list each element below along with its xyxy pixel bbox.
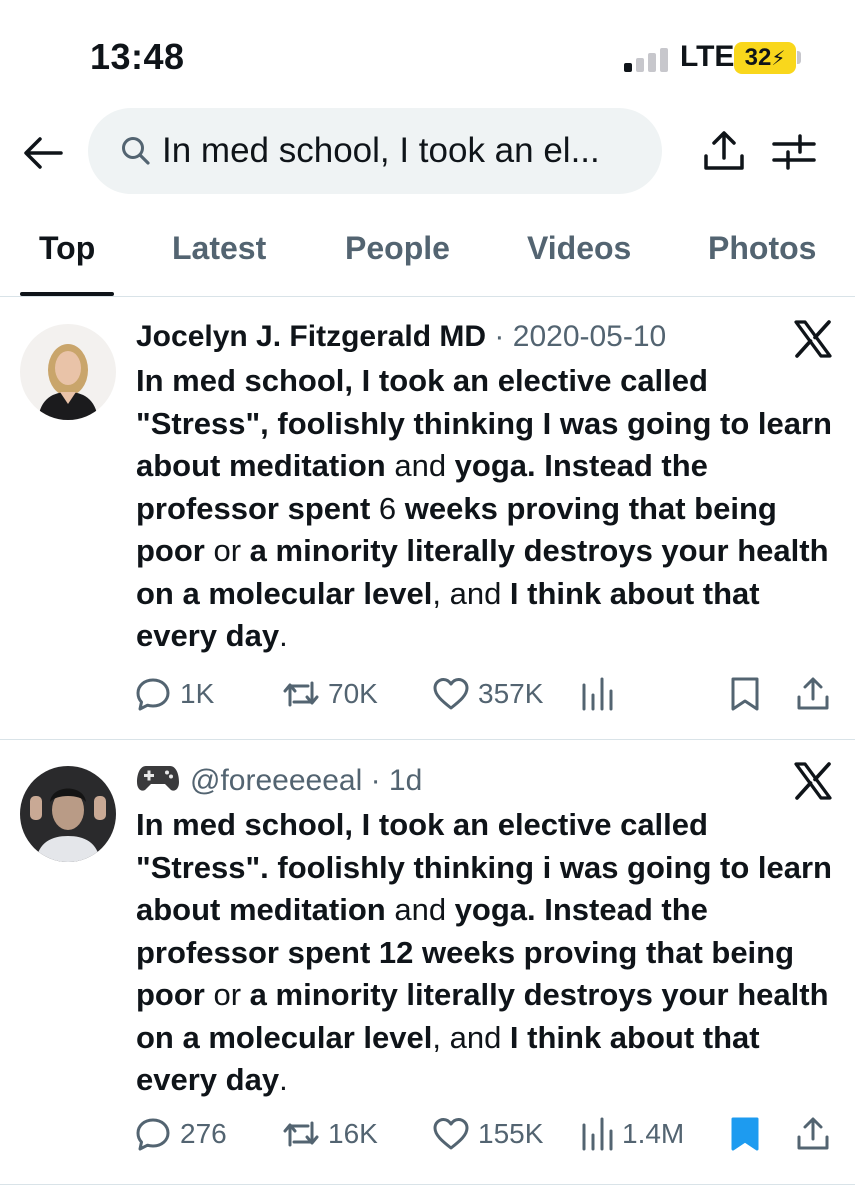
repost-icon [283, 681, 319, 707]
bookmark-button[interactable] [728, 672, 770, 716]
post-date[interactable]: 2020-05-10 [513, 320, 666, 353]
reply-icon [136, 678, 170, 711]
analytics-icon [582, 1117, 613, 1151]
back-button[interactable] [18, 128, 68, 178]
author-handle[interactable]: @foreeeeeal [190, 764, 362, 797]
repost-count: 16K [328, 1118, 378, 1149]
signal-strength-icon [624, 46, 670, 72]
share-icon [797, 1117, 829, 1150]
battery-icon: 32⚡︎ [734, 42, 796, 74]
tweet-text: In med school, I took an elective called… [136, 804, 836, 1102]
repost-button[interactable]: 16K [282, 1112, 378, 1156]
view-count: 1.4M [622, 1118, 685, 1149]
tab-top[interactable]: Top [39, 230, 95, 267]
reply-count: 1K [180, 678, 215, 709]
tweet-text: In med school, I took an elective called… [136, 360, 836, 658]
avatar[interactable] [20, 324, 116, 420]
bookmark-filled-icon [731, 1117, 759, 1151]
tab-people[interactable]: People [345, 230, 450, 267]
reply-button[interactable]: 276 [134, 1112, 227, 1156]
share-icon [704, 131, 744, 170]
sliders-icon [772, 134, 816, 170]
like-count: 357K [478, 678, 544, 709]
bookmark-icon [731, 677, 759, 711]
author-name[interactable]: Jocelyn J. Fitzgerald MD [136, 320, 486, 353]
tab-photos[interactable]: Photos [708, 230, 816, 267]
heart-icon [433, 1118, 469, 1150]
heart-icon [433, 678, 469, 710]
avatar[interactable] [20, 766, 116, 862]
share-button[interactable] [794, 1112, 840, 1156]
tweet-text-segment: , and [432, 1019, 510, 1055]
share-icon [797, 677, 829, 710]
search-query: In med school, I took an el... [162, 131, 600, 170]
tweet-text-segment: or [204, 533, 250, 568]
bookmark-button[interactable] [728, 1112, 770, 1156]
tweet-header: Jocelyn J. Fitzgerald MD · 2020-05-10 [136, 320, 666, 354]
tweet-text-segment: and [385, 448, 455, 483]
repost-button[interactable]: 70K [282, 672, 378, 716]
separator: · [362, 764, 389, 797]
tweet[interactable]: Jocelyn J. Fitzgerald MD · 2020-05-10 In… [0, 298, 855, 738]
status-time: 13:48 [90, 36, 185, 77]
like-count: 155K [478, 1118, 544, 1149]
search-icon [120, 134, 154, 168]
battery-level: 32 [744, 44, 772, 71]
search-tabs: Top Latest People Videos Photos [0, 214, 855, 296]
like-button[interactable]: 155K [432, 1112, 543, 1156]
views-button[interactable]: 1.4M [580, 1112, 684, 1156]
tweet-text-segment: . [279, 618, 288, 653]
separator: · [486, 320, 513, 353]
views-button[interactable] [580, 672, 622, 716]
tweet-actions: 276 16K 155K 1.4M [134, 1112, 834, 1156]
reply-button[interactable]: 1K [134, 672, 214, 716]
search-input[interactable]: In med school, I took an el... [88, 108, 662, 194]
like-button[interactable]: 357K [432, 672, 543, 716]
tweet-text-segment: . [279, 1062, 288, 1097]
status-bar: 13:48 LTE 32⚡︎ [0, 0, 855, 100]
tab-latest[interactable]: Latest [172, 230, 266, 267]
tweet-text-segment: , and [432, 575, 510, 611]
battery-tip [797, 51, 801, 64]
share-search-button[interactable] [700, 128, 748, 176]
tweet[interactable]: @foreeeeeal · 1d In med school, I took a… [0, 740, 855, 1200]
x-logo-icon [792, 760, 834, 802]
x-logo-icon [792, 318, 834, 360]
tweet-actions: 1K 70K 357K [134, 672, 834, 716]
analytics-icon [582, 677, 613, 711]
search-filters-button[interactable] [770, 128, 818, 176]
repost-count: 70K [328, 678, 378, 709]
reply-icon [136, 1118, 170, 1151]
post-date[interactable]: 1d [389, 764, 422, 797]
game-controller-icon [136, 762, 180, 794]
divider [0, 296, 855, 297]
share-button[interactable] [794, 672, 840, 716]
tweet-text-segment: and [385, 892, 455, 927]
tweet-header: @foreeeeeal · 1d [136, 762, 422, 798]
network-type: LTE [680, 40, 735, 73]
divider [0, 1184, 855, 1185]
tweet-text-segment: 6 [370, 490, 405, 526]
tab-videos[interactable]: Videos [527, 230, 631, 267]
tweet-text-segment: or [204, 977, 250, 1012]
repost-icon [283, 1121, 319, 1147]
arrow-left-icon [24, 137, 63, 169]
reply-count: 276 [180, 1118, 227, 1149]
